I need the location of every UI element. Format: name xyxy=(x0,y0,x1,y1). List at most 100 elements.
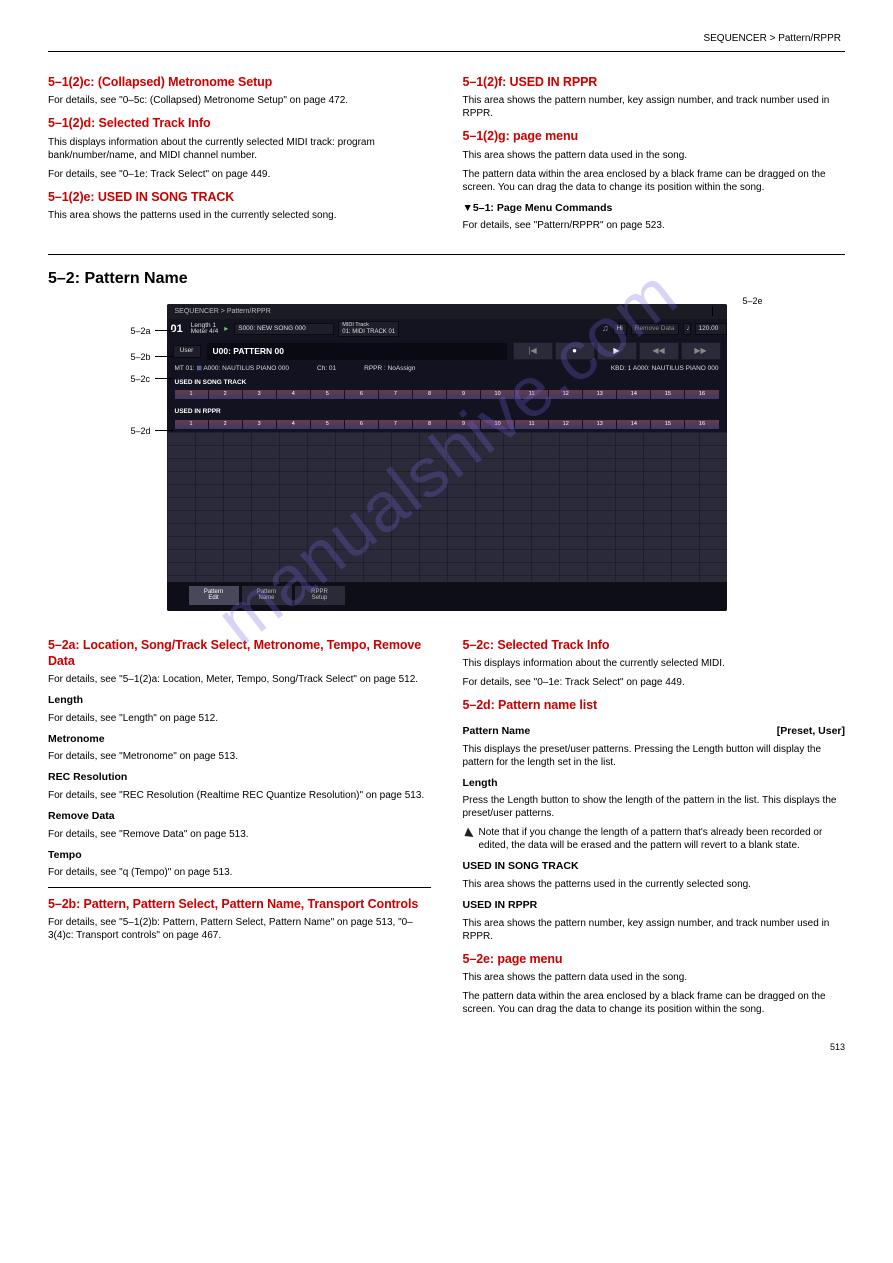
ui-miditrack-value[interactable]: 01: MIDI TRACK 01 xyxy=(342,329,395,335)
p-5-1-menu: For details, see "Pattern/RPPR" on page … xyxy=(463,219,846,232)
p-metronome: For details, see "Metronome" on page 513… xyxy=(48,750,431,763)
annot-line-5-2c xyxy=(155,378,173,379)
bottom-right-col: 5–2c: Selected Track Info This displays … xyxy=(463,629,846,1022)
ui-rec-resolution[interactable]: Hi xyxy=(613,323,627,335)
transport-ff-button[interactable]: ▶▶ xyxy=(681,342,721,360)
track-cell[interactable]: 13 xyxy=(583,420,616,429)
track-cell[interactable]: 15 xyxy=(651,420,684,429)
tab-rppr-setup[interactable]: RPPRSetup xyxy=(295,586,345,605)
ui-info-prog: A000: NAUTILUS PIANO 000 xyxy=(203,365,289,372)
p-5-1-5e: This area shows the patterns used in the… xyxy=(48,209,431,222)
track-cell[interactable]: 7 xyxy=(379,420,412,429)
annot-5-2a: 5–2a xyxy=(131,326,151,338)
ui-meter[interactable]: Meter 4/4 xyxy=(191,329,218,336)
track-cell[interactable]: 9 xyxy=(447,390,480,399)
track-cell[interactable]: 9 xyxy=(447,420,480,429)
tab-pattern-name[interactable]: PatternName xyxy=(242,586,292,605)
track-cell[interactable]: 12 xyxy=(549,390,582,399)
sub-tempo: Tempo xyxy=(48,849,431,863)
tab-pattern-edit[interactable]: PatternEdit xyxy=(189,586,239,605)
transport-rec-button[interactable]: ● xyxy=(555,342,595,360)
sub-remove-data: Remove Data xyxy=(48,810,431,824)
transport-rew-button[interactable]: ◀◀ xyxy=(639,342,679,360)
screenshot-container: 5–2a 5–2b 5–2c 5–2d 5–2e SEQUENCER > Pat… xyxy=(167,304,727,611)
header-rule xyxy=(48,51,845,52)
transport-locate-button[interactable]: |◀ xyxy=(513,342,553,360)
p-rec-resolution: For details, see "REC Resolution (Realti… xyxy=(48,789,431,802)
track-cell[interactable]: 13 xyxy=(583,390,616,399)
track-cell[interactable]: 10 xyxy=(481,390,514,399)
annot-line-5-2e xyxy=(712,306,713,316)
heading-5-1-5c: 5–1(2)c: (Collapsed) Metronome Setup xyxy=(48,74,431,90)
ui-tempo[interactable]: 120.00 xyxy=(695,323,727,335)
track-cell[interactable]: 1 xyxy=(175,420,208,429)
p-used-song: This area shows the patterns used in the… xyxy=(463,878,846,891)
track-cell[interactable]: 5 xyxy=(311,420,344,429)
p-5-1-5d: This displays information about the curr… xyxy=(48,136,431,162)
page-number: 513 xyxy=(48,1042,845,1054)
sub-metronome: Metronome xyxy=(48,733,431,747)
annot-line-5-2a xyxy=(155,330,173,331)
p-5-1-5d-2: For details, see "0–1e: Track Select" on… xyxy=(48,168,431,181)
track-cell[interactable]: 3 xyxy=(243,390,276,399)
track-cell[interactable]: 1 xyxy=(175,390,208,399)
track-cell[interactable]: 11 xyxy=(515,420,548,429)
track-cell[interactable]: 4 xyxy=(277,390,310,399)
ui-used-song-head: USED IN SONG TRACK xyxy=(167,376,727,390)
ui-titlebar: SEQUENCER > Pattern/RPPR xyxy=(167,304,727,319)
p-5-2a: For details, see "5–1(2)a: Location, Met… xyxy=(48,673,431,686)
track-cell[interactable]: 2 xyxy=(209,420,242,429)
ui-pattern-type[interactable]: User xyxy=(173,345,201,357)
track-cell[interactable]: 4 xyxy=(277,420,310,429)
transport-play-button[interactable]: ▶ xyxy=(597,342,637,360)
heading-5-2e: 5–2e: page menu xyxy=(463,951,846,967)
heading-5-1-5g: 5–1(2)g: page menu xyxy=(463,128,846,144)
p-5-2e-b: The pattern data within the area enclose… xyxy=(463,990,846,1016)
track-cell[interactable]: 6 xyxy=(345,390,378,399)
bottom-columns: 5–2a: Location, Song/Track Select, Metro… xyxy=(48,629,845,1022)
p-5-1-5g-b: The pattern data within the area enclose… xyxy=(463,168,846,194)
ui-pattern-select[interactable]: U00: PATTERN 00 xyxy=(207,343,507,360)
ui-pattern-grid[interactable] xyxy=(167,432,727,582)
track-cell[interactable]: 14 xyxy=(617,390,650,399)
p-5-2b: For details, see "5–1(2)b: Pattern, Patt… xyxy=(48,916,431,942)
heading-5-2b: 5–2b: Pattern, Pattern Select, Pattern N… xyxy=(48,896,431,912)
ui-screenshot: SEQUENCER > Pattern/RPPR 01 Length 1 Met… xyxy=(167,304,727,611)
track-cell[interactable]: 8 xyxy=(413,390,446,399)
ui-header-row: 01 Length 1 Meter 4/4 ▸ S000: NEW SONG 0… xyxy=(167,319,727,339)
track-cell[interactable]: 11 xyxy=(515,390,548,399)
track-cell[interactable]: 7 xyxy=(379,390,412,399)
p-5-2c-2: For details, see "0–1e: Track Select" on… xyxy=(463,676,846,689)
track-cell[interactable]: 2 xyxy=(209,390,242,399)
ui-song-select[interactable]: S000: NEW SONG 000 xyxy=(234,323,334,335)
track-cell[interactable]: 16 xyxy=(685,390,718,399)
bottom-left-col: 5–2a: Location, Song/Track Select, Metro… xyxy=(48,629,431,1022)
track-cell[interactable]: 8 xyxy=(413,420,446,429)
track-cell[interactable]: 16 xyxy=(685,420,718,429)
p-used-rppr: This area shows the pattern number, key … xyxy=(463,917,846,943)
top-right-col: 5–1(2)f: USED IN RPPR This area shows th… xyxy=(463,66,846,238)
track-cell[interactable]: 14 xyxy=(617,420,650,429)
track-cell[interactable]: 6 xyxy=(345,420,378,429)
warn-text: Note that if you change the length of a … xyxy=(479,826,846,852)
track-cell[interactable]: 12 xyxy=(549,420,582,429)
ui-remove-data[interactable]: Remove Data xyxy=(631,323,679,335)
ui-info-ch: Ch: 01 xyxy=(317,365,336,373)
heading-5-2a: 5–2a: Location, Song/Track Select, Metro… xyxy=(48,637,431,670)
mid-rule xyxy=(48,254,845,255)
warn-paragraph: Note that if you change the length of a … xyxy=(463,826,846,852)
ui-track-info: MT 01: ⊞ A000: NAUTILUS PIANO 000 Ch: 01… xyxy=(167,363,727,375)
sub-length-right: Length xyxy=(463,777,846,791)
track-cell[interactable]: 5 xyxy=(311,390,344,399)
p-5-2c: This displays information about the curr… xyxy=(463,657,846,670)
p-5-2e-a: This area shows the pattern data used in… xyxy=(463,971,846,984)
metronome-icon[interactable]: ♫ xyxy=(602,323,609,335)
track-cell[interactable]: 15 xyxy=(651,390,684,399)
p-length-right: Press the Length button to show the leng… xyxy=(463,794,846,820)
heading-5-2: 5–2: Pattern Name xyxy=(48,269,845,290)
track-cell[interactable]: 10 xyxy=(481,420,514,429)
ui-info-mt: MT 01: xyxy=(175,365,195,372)
track-cell[interactable]: 3 xyxy=(243,420,276,429)
sub-used-rppr: USED IN RPPR xyxy=(463,899,846,913)
top-left-col: 5–1(2)c: (Collapsed) Metronome Setup For… xyxy=(48,66,431,238)
